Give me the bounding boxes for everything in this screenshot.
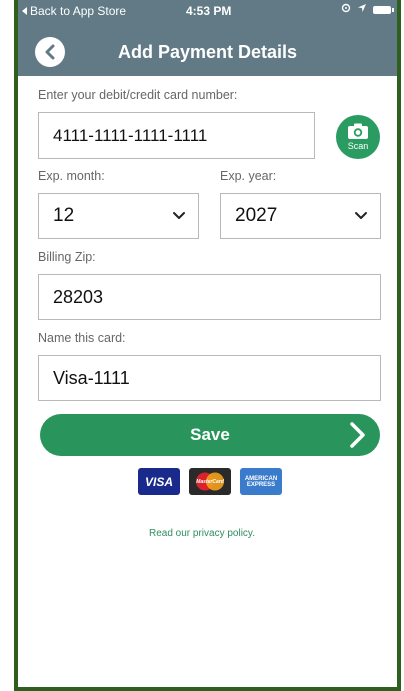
back-to-app-store-link[interactable]: Back to App Store [22, 4, 126, 18]
card-name-label: Name this card: [38, 331, 126, 345]
location-arrow-icon [357, 3, 367, 16]
exp-month-select[interactable]: 12 [38, 193, 199, 239]
card-number-label: Enter your debit/credit card number: [38, 88, 238, 102]
camera-icon [348, 123, 368, 139]
amex-logo-text: AMERICAN EXPRESS [244, 475, 278, 488]
card-name-value: Visa-1111 [53, 367, 130, 388]
back-to-app-store-label: Back to App Store [30, 4, 127, 18]
exp-month-value: 12 [53, 205, 75, 226]
scan-card-button[interactable]: Scan [336, 115, 380, 159]
save-label: Save [190, 425, 230, 444]
back-triangle-icon [22, 7, 27, 15]
accepted-cards: VISA MasterCard AMERICAN EXPRESS [138, 468, 282, 495]
frame-border-right [397, 0, 401, 691]
billing-zip-field[interactable]: 28203 [38, 274, 381, 320]
visa-logo: VISA [138, 468, 180, 495]
battery-icon [373, 5, 394, 14]
status-time: 4:53 PM [186, 4, 232, 18]
orientation-lock-icon [341, 3, 351, 16]
amex-logo: AMERICAN EXPRESS [240, 468, 282, 495]
chevron-down-icon [355, 212, 367, 219]
exp-year-label: Exp. year: [220, 169, 277, 183]
exp-year-select[interactable]: 2027 [220, 193, 381, 239]
chevron-right-icon [350, 422, 365, 448]
scan-label: Scan [347, 141, 369, 151]
status-icons [341, 3, 394, 16]
page-title: Add Payment Details [117, 42, 298, 62]
card-name-field[interactable]: Visa-1111 [38, 355, 381, 401]
billing-zip-label: Billing Zip: [38, 250, 96, 264]
privacy-policy-link[interactable]: Read our privacy policy. [0, 528, 404, 539]
mastercard-logo: MasterCard [189, 468, 231, 495]
save-button[interactable]: Save [40, 414, 380, 456]
card-number-field[interactable]: 4111-1111-1111-1111 [38, 112, 315, 159]
app-screen: Back to App Store 4:53 PM Add Payment De… [0, 0, 404, 691]
frame-border-left [14, 0, 18, 691]
visa-logo-text: VISA [144, 474, 173, 489]
chevron-down-icon [173, 212, 185, 219]
card-number-value: 4111-1111-1111-1111 [53, 125, 208, 145]
billing-zip-value: 28203 [53, 286, 104, 307]
frame-border-bottom [14, 687, 401, 691]
status-bar: Back to App Store 4:53 PM [18, 0, 397, 22]
exp-year-value: 2027 [235, 205, 278, 226]
mastercard-logo-text: MasterCard [196, 478, 224, 485]
header: Back to App Store 4:53 PM Add Payment De… [18, 0, 397, 76]
exp-month-label: Exp. month: [38, 169, 105, 183]
